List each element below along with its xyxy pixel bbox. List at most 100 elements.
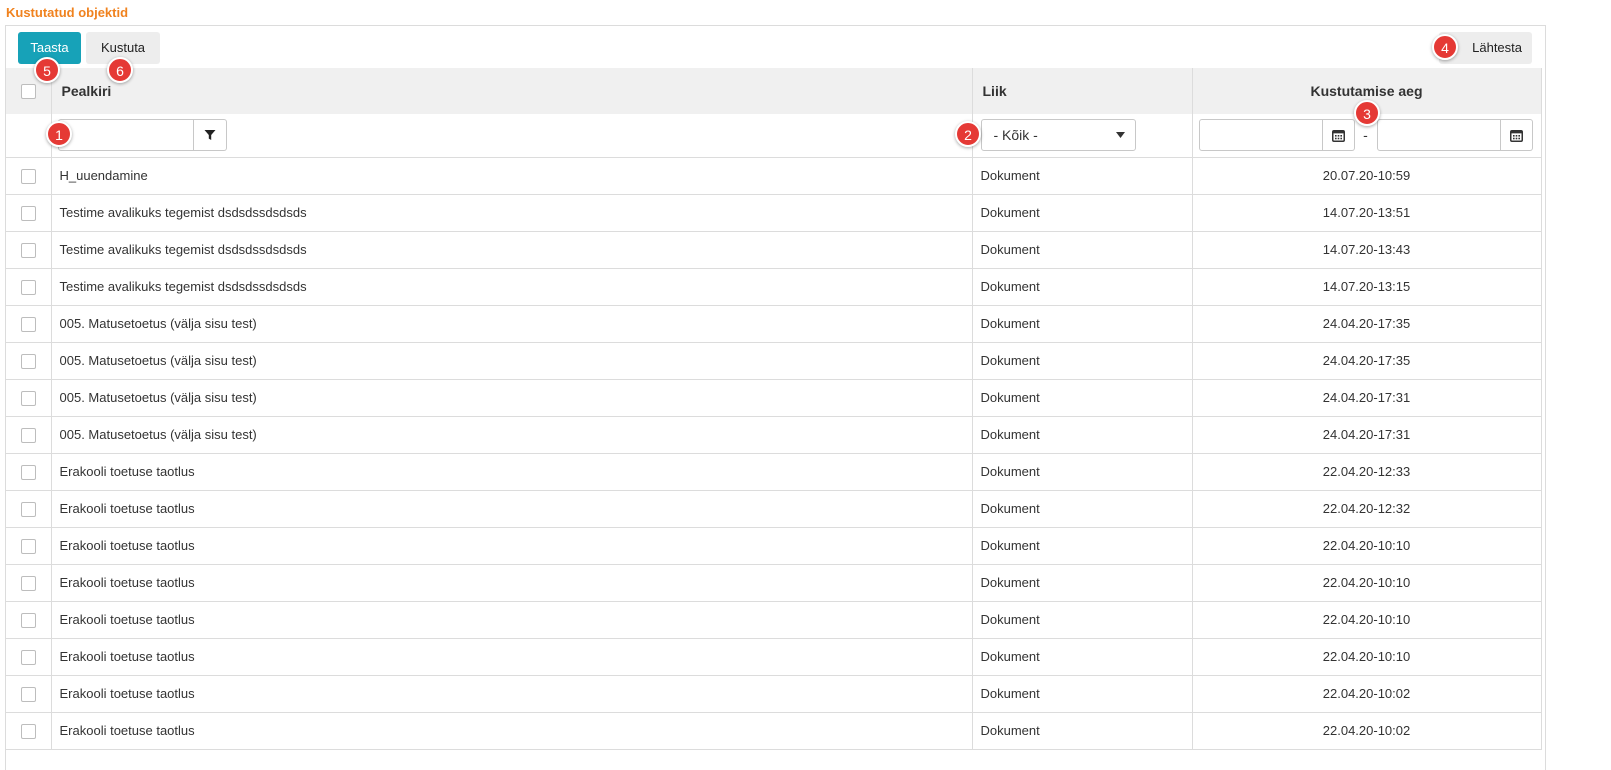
row-type: Dokument	[972, 231, 1193, 269]
filter-icon	[204, 130, 215, 141]
deleted-objects-table: Pealkiri Liik Kustutamise aeg - Kõik - -…	[6, 68, 1542, 750]
row-deleted-at: 24.04.20-17:35	[1192, 305, 1542, 343]
row-select-cell	[6, 453, 52, 491]
row-deleted-at: 22.04.20-12:33	[1192, 453, 1542, 491]
filter-cell-title	[51, 114, 973, 158]
annotation-badge-5: 5	[34, 57, 60, 83]
filter-row: - Kõik - -	[6, 114, 1542, 158]
row-title: Testime avalikuks tegemist dsdsdssdsdsds	[51, 268, 973, 306]
table-row[interactable]: Erakooli toetuse taotlus Dokument 22.04.20…	[6, 527, 1542, 565]
row-title: Erakooli toetuse taotlus	[51, 712, 973, 750]
row-select-cell	[6, 675, 52, 713]
row-type: Dokument	[972, 194, 1193, 232]
table-row[interactable]: Testime avalikuks tegemist dsdsdssdsdsds…	[6, 231, 1542, 269]
row-checkbox[interactable]	[20, 353, 36, 369]
row-type: Dokument	[972, 638, 1193, 676]
table-row[interactable]: Testime avalikuks tegemist dsdsdssdsdsds…	[6, 268, 1542, 306]
column-header-title[interactable]: Pealkiri	[51, 68, 973, 114]
row-checkbox[interactable]	[20, 464, 36, 480]
table-row[interactable]: H_uuendamine Dokument 20.07.20-10:59	[6, 157, 1542, 195]
row-title: Erakooli toetuse taotlus	[51, 490, 973, 528]
row-select-cell	[6, 268, 52, 306]
table-row[interactable]: 005. Matusetoetus (välja sisu test) Dokum…	[6, 342, 1542, 380]
row-checkbox[interactable]	[20, 501, 36, 517]
row-checkbox[interactable]	[20, 538, 36, 554]
row-select-cell	[6, 231, 52, 269]
row-deleted-at: 14.07.20-13:15	[1192, 268, 1542, 306]
type-filter-value: - Kõik -	[993, 127, 1038, 144]
row-title: 005. Matusetoetus (välja sisu test)	[51, 379, 973, 417]
row-select-cell	[6, 564, 52, 602]
page-title: Kustutatud objektid	[6, 5, 129, 20]
row-type: Dokument	[972, 675, 1193, 713]
row-type: Dokument	[972, 342, 1193, 380]
row-checkbox[interactable]	[20, 427, 36, 443]
row-title: Testime avalikuks tegemist dsdsdssdsdsds	[51, 194, 973, 232]
row-deleted-at: 22.04.20-12:32	[1192, 490, 1542, 528]
row-checkbox[interactable]	[20, 575, 36, 591]
row-select-cell	[6, 305, 52, 343]
type-filter-select[interactable]: - Kõik -	[980, 119, 1136, 152]
row-checkbox[interactable]	[20, 686, 36, 702]
table-row[interactable]: Erakooli toetuse taotlus Dokument 22.04.20…	[6, 453, 1542, 491]
row-checkbox[interactable]	[20, 242, 36, 258]
table-row[interactable]: 005. Matusetoetus (välja sisu test) Dokum…	[6, 379, 1542, 417]
toolbar: Taasta Kustuta Lähtesta	[6, 26, 1545, 68]
row-title: Erakooli toetuse taotlus	[51, 527, 973, 565]
row-deleted-at: 22.04.20-10:10	[1192, 564, 1542, 602]
row-select-cell	[6, 527, 52, 565]
row-checkbox[interactable]	[20, 612, 36, 628]
table-row[interactable]: 005. Matusetoetus (välja sisu test) Dokum…	[6, 416, 1542, 454]
row-deleted-at: 14.07.20-13:51	[1192, 194, 1542, 232]
row-checkbox[interactable]	[20, 205, 36, 221]
row-deleted-at: 22.04.20-10:10	[1192, 638, 1542, 676]
table-row[interactable]: Erakooli toetuse taotlus Dokument 22.04.20…	[6, 638, 1542, 676]
annotation-badge-3: 3	[1354, 100, 1380, 126]
row-checkbox[interactable]	[20, 390, 36, 406]
table-row[interactable]: 005. Matusetoetus (välja sisu test) Dokum…	[6, 305, 1542, 343]
table-row[interactable]: Erakooli toetuse taotlus Dokument 22.04.20…	[6, 490, 1542, 528]
row-type: Dokument	[972, 527, 1193, 565]
date-from-input[interactable]	[1198, 119, 1323, 152]
table-row[interactable]: Erakooli toetuse taotlus Dokument 22.04.20…	[6, 712, 1542, 750]
row-deleted-at: 14.07.20-13:43	[1192, 231, 1542, 269]
row-select-cell	[6, 194, 52, 232]
deleted-objects-panel: Taasta Kustuta Lähtesta Pealkiri Liik Ku…	[5, 25, 1546, 770]
row-select-cell	[6, 490, 52, 528]
table-row[interactable]: Erakooli toetuse taotlus Dokument 22.04.20…	[6, 601, 1542, 639]
row-checkbox[interactable]	[20, 723, 36, 739]
row-checkbox[interactable]	[20, 168, 36, 184]
row-deleted-at: 22.04.20-10:02	[1192, 712, 1542, 750]
table-row[interactable]: Testime avalikuks tegemist dsdsdssdsdsds…	[6, 194, 1542, 232]
date-to-calendar-button[interactable]	[1500, 119, 1533, 152]
date-to-input[interactable]	[1376, 119, 1501, 152]
date-from-calendar-button[interactable]	[1322, 119, 1355, 152]
row-select-cell	[6, 638, 52, 676]
row-select-cell	[6, 601, 52, 639]
table-row[interactable]: Erakooli toetuse taotlus Dokument 22.04.20…	[6, 675, 1542, 713]
row-deleted-at: 24.04.20-17:35	[1192, 342, 1542, 380]
row-title: 005. Matusetoetus (välja sisu test)	[51, 342, 973, 380]
table-header: Pealkiri Liik Kustutamise aeg	[6, 68, 1542, 114]
row-type: Dokument	[972, 564, 1193, 602]
row-deleted-at: 20.07.20-10:59	[1192, 157, 1542, 195]
row-select-cell	[6, 342, 52, 380]
row-select-cell	[6, 157, 52, 195]
title-filter-input[interactable]	[57, 119, 194, 152]
row-checkbox[interactable]	[20, 649, 36, 665]
row-checkbox[interactable]	[20, 316, 36, 332]
row-deleted-at: 22.04.20-10:10	[1192, 527, 1542, 565]
table-row[interactable]: Erakooli toetuse taotlus Dokument 22.04.20…	[6, 564, 1542, 602]
row-title: Erakooli toetuse taotlus	[51, 601, 973, 639]
select-all-checkbox[interactable]	[20, 84, 36, 100]
filter-button[interactable]	[193, 119, 227, 152]
row-deleted-at: 22.04.20-10:10	[1192, 601, 1542, 639]
row-title: Testime avalikuks tegemist dsdsdssdsdsds	[51, 231, 973, 269]
row-title: 005. Matusetoetus (välja sisu test)	[51, 416, 973, 454]
row-select-cell	[6, 416, 52, 454]
column-header-type[interactable]: Liik	[972, 68, 1193, 114]
row-type: Dokument	[972, 490, 1193, 528]
row-checkbox[interactable]	[20, 279, 36, 295]
row-type: Dokument	[972, 268, 1193, 306]
row-select-cell	[6, 712, 52, 750]
